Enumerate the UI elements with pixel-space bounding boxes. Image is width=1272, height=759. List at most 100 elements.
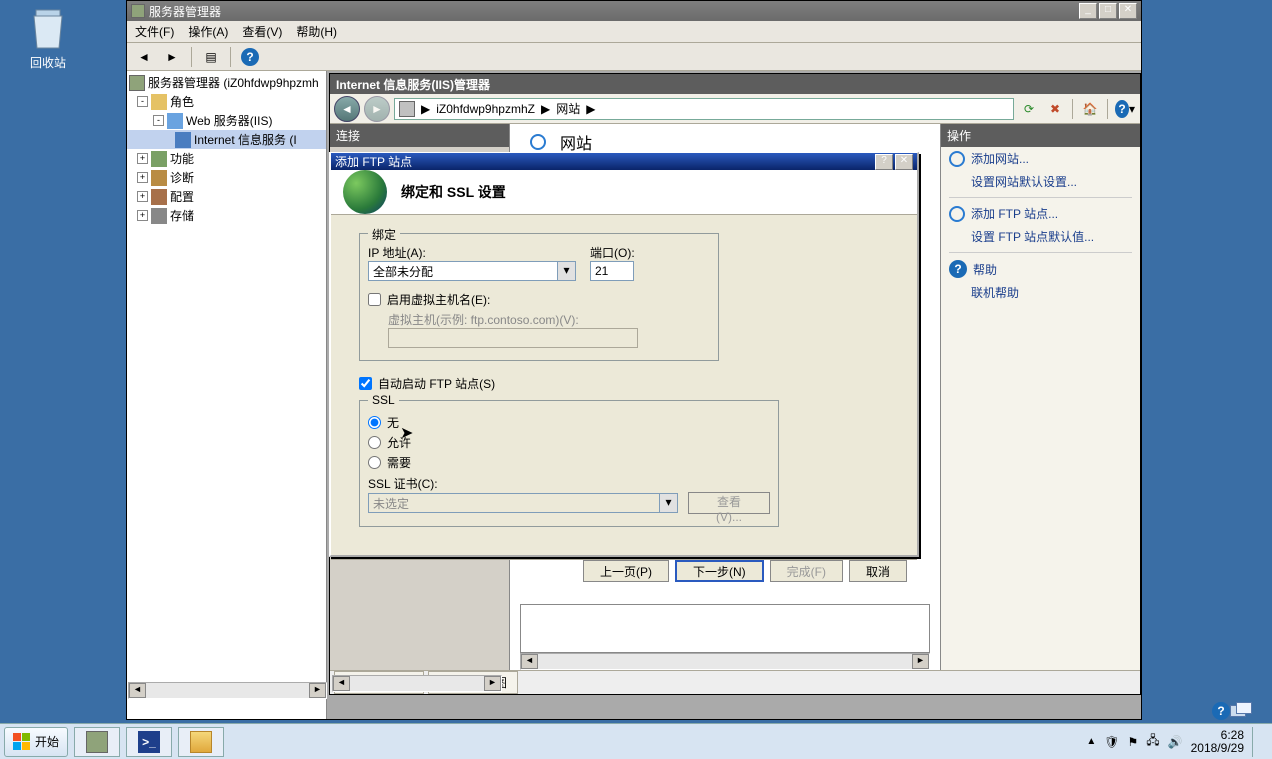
collapse-icon[interactable]: - [137, 96, 148, 107]
bc-server[interactable]: iZ0hfdwp9hpzmhZ [436, 102, 535, 116]
stop-icon[interactable]: ✖ [1044, 98, 1066, 120]
server-manager-icon [86, 731, 108, 753]
properties-icon[interactable]: ▤ [200, 46, 222, 68]
web-iis-icon [167, 113, 183, 129]
breadcrumb[interactable]: ▶ iZ0hfdwp9hpzmhZ ▶ 网站 ▶ [394, 98, 1014, 120]
expand-icon[interactable]: + [137, 191, 148, 202]
window-switch-button[interactable] [1230, 702, 1254, 719]
task-server-manager[interactable] [74, 727, 120, 757]
server-root-icon [129, 75, 145, 91]
storage-icon [151, 208, 167, 224]
ssl-none-radio[interactable] [368, 416, 381, 429]
action-help[interactable]: ?帮助 [941, 257, 1140, 281]
scroll-right-icon[interactable]: ► [484, 676, 501, 691]
ssl-cert-combo [368, 493, 660, 513]
recycle-bin-label: 回收站 [16, 54, 80, 71]
action-add-site[interactable]: 添加网站... [941, 147, 1140, 170]
tray-volume-icon[interactable]: 🔊 [1168, 735, 1183, 749]
globe-icon [949, 206, 965, 222]
scroll-left-icon[interactable]: ◄ [129, 683, 146, 698]
folder-icon [190, 731, 212, 753]
action-online-help[interactable]: 联机帮助 [941, 281, 1140, 304]
close-button[interactable]: ✕ [1119, 3, 1137, 19]
scroll-left-icon[interactable]: ◄ [521, 654, 538, 669]
ip-label: IP 地址(A): [368, 244, 576, 261]
action-add-ftp[interactable]: 添加 FTP 站点... [941, 202, 1140, 225]
bc-sites[interactable]: 网站 [556, 100, 580, 117]
ssl-require-radio[interactable] [368, 456, 381, 469]
ssl-allow-radio[interactable] [368, 436, 381, 449]
breadcrumb-icon [399, 101, 415, 117]
expand-icon[interactable]: + [137, 153, 148, 164]
tree-web-iis[interactable]: Web 服务器(IIS) [186, 112, 272, 129]
nav-back-icon[interactable]: ◄ [334, 96, 360, 122]
scroll-right-icon[interactable]: ► [912, 654, 929, 669]
wizard-heading: 绑定和 SSL 设置 [401, 182, 506, 202]
minimize-button[interactable]: _ [1079, 3, 1097, 19]
next-button[interactable]: 下一步(N) [675, 560, 764, 582]
previous-button[interactable]: 上一页(P) [583, 560, 669, 582]
system-tray: ▲ 🛡 ⚑ 🖧 🔊 6:28 2018/9/29 [1080, 727, 1268, 757]
wizard-titlebar[interactable]: 添加 FTP 站点 ? ✕ [331, 153, 917, 170]
tray-flag-icon[interactable]: ⚑ [1128, 735, 1139, 749]
maximize-button[interactable]: □ [1099, 3, 1117, 19]
home-icon[interactable]: 🏠 [1079, 98, 1101, 120]
tree-storage[interactable]: 存储 [170, 207, 194, 224]
ip-address-combo[interactable] [368, 261, 558, 281]
recycle-bin[interactable]: 回收站 [16, 6, 80, 71]
menu-view[interactable]: 查看(V) [242, 23, 282, 40]
sites-icon [530, 134, 546, 150]
menu-file[interactable]: 文件(F) [135, 23, 174, 40]
tray-expand-icon[interactable]: ▲ [1086, 736, 1096, 747]
forward-icon[interactable]: ► [161, 46, 183, 68]
taskbar-clock[interactable]: 6:28 2018/9/29 [1191, 729, 1244, 755]
menu-help[interactable]: 帮助(H) [296, 23, 337, 40]
task-powershell[interactable]: >_ [126, 727, 172, 757]
show-desktop-button[interactable] [1252, 727, 1262, 757]
server-tree[interactable]: 服务器管理器 (iZ0hfdwp9hpzmh -角色 -Web 服务器(IIS)… [127, 71, 327, 719]
start-label: 开始 [35, 733, 59, 750]
tree-roles[interactable]: 角色 [170, 93, 194, 110]
action-site-defaults[interactable]: 设置网站默认设置... [941, 170, 1140, 193]
port-label: 端口(O): [590, 244, 635, 261]
context-help-button[interactable]: ? [875, 154, 893, 170]
enable-virtual-host-checkbox[interactable] [368, 293, 381, 306]
back-icon[interactable]: ◄ [133, 46, 155, 68]
powershell-icon: >_ [138, 731, 160, 753]
expand-icon[interactable]: + [137, 172, 148, 183]
tree-features[interactable]: 功能 [170, 150, 194, 167]
nav-help-icon[interactable]: ?▾ [1114, 98, 1136, 120]
help-orb-icon[interactable]: ? [1212, 702, 1230, 720]
refresh-icon[interactable]: ⟳ [1018, 98, 1040, 120]
tree-iis-svc[interactable]: Internet 信息服务 (I [194, 131, 297, 148]
collapse-icon[interactable]: - [153, 115, 164, 126]
tree-diag[interactable]: 诊断 [170, 169, 194, 186]
tree-config[interactable]: 配置 [170, 188, 194, 205]
menu-action[interactable]: 操作(A) [188, 23, 228, 40]
dropdown-icon[interactable]: ▾ [558, 261, 576, 281]
taskbar: 开始 >_ ▲ 🛡 ⚑ 🖧 🔊 6:28 2018/9/29 [0, 723, 1272, 759]
port-input[interactable] [590, 261, 634, 281]
globe-icon [343, 170, 387, 214]
scroll-right-icon[interactable]: ► [309, 683, 326, 698]
binding-legend: 绑定 [368, 226, 400, 243]
help-icon[interactable]: ? [239, 46, 261, 68]
toolbar: ◄ ► ▤ ? [127, 43, 1141, 71]
sites-heading: 网站 [560, 130, 592, 154]
tree-root[interactable]: 服务器管理器 (iZ0hfdwp9hpzmh [148, 74, 319, 91]
scroll-left-icon[interactable]: ◄ [333, 676, 350, 691]
dropdown-icon[interactable]: ▾ [660, 493, 678, 513]
tray-network-icon[interactable]: 🖧 [1146, 731, 1159, 752]
task-explorer[interactable] [178, 727, 224, 757]
cancel-button[interactable]: 取消 [849, 560, 907, 582]
start-button[interactable]: 开始 [4, 727, 68, 757]
add-ftp-site-wizard: 添加 FTP 站点 ? ✕ 绑定和 SSL 设置 绑定 IP 地址(A): ▾ … [329, 152, 919, 557]
config-icon [151, 189, 167, 205]
close-button[interactable]: ✕ [895, 154, 913, 170]
autostart-checkbox[interactable] [359, 377, 372, 390]
action-ftp-defaults[interactable]: 设置 FTP 站点默认值... [941, 225, 1140, 248]
iis-titlebar[interactable]: Internet 信息服务(IIS)管理器 [330, 74, 1140, 94]
tray-security-icon[interactable]: 🛡 [1104, 735, 1119, 749]
expand-icon[interactable]: + [137, 210, 148, 221]
server-manager-titlebar[interactable]: 服务器管理器 _ □ ✕ [127, 1, 1141, 21]
